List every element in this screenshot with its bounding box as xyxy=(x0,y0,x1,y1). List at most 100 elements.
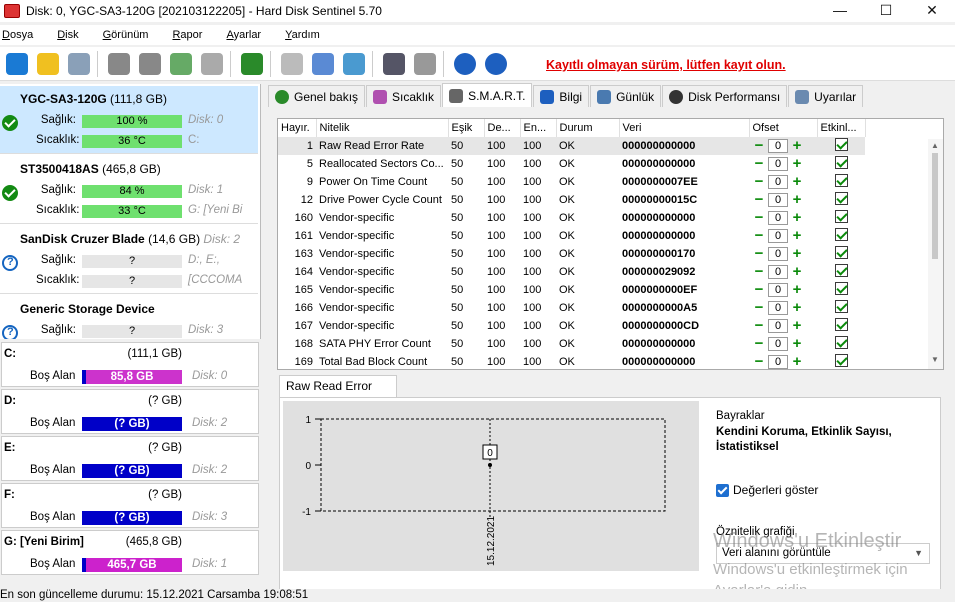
network-button[interactable] xyxy=(340,50,368,78)
menu-disk[interactable]: Disk xyxy=(57,29,78,41)
tab-thermometer[interactable]: Sıcaklık xyxy=(366,85,442,107)
partition-item[interactable]: C: (111,1 GB) Boş Alan 85,8 GB Disk: 0 xyxy=(1,342,259,387)
plus-icon[interactable]: + xyxy=(790,210,804,225)
plus-icon[interactable]: + xyxy=(790,174,804,189)
column-header[interactable]: Durum xyxy=(556,119,620,137)
enabled-checkbox[interactable] xyxy=(834,228,848,241)
enabled-checkbox[interactable] xyxy=(834,246,848,259)
menu-rapor[interactable]: Rapor xyxy=(172,29,202,41)
table-row[interactable]: 160 Vendor-specific 50 100 100 OK 000000000000… xyxy=(278,209,865,227)
minus-icon[interactable]: − xyxy=(752,264,766,279)
offset-stepper[interactable]: −0 + xyxy=(752,282,804,297)
hdd-tool-button[interactable] xyxy=(105,50,133,78)
graph-tab[interactable]: Raw Read Error Rate xyxy=(279,375,397,413)
menu-görünüm[interactable]: Görünüm xyxy=(103,29,149,41)
plus-icon[interactable]: + xyxy=(790,336,804,351)
offset-stepper[interactable]: −0 + xyxy=(752,264,804,279)
table-row[interactable]: 163 Vendor-specific 50 100 100 OK 000000000170… xyxy=(278,245,865,263)
plus-icon[interactable]: + xyxy=(790,192,804,207)
minus-icon[interactable]: − xyxy=(752,300,766,315)
menu-yardım[interactable]: Yardım xyxy=(285,29,320,41)
partition-item[interactable]: G: [Yeni Birim] (465,8 GB) Boş Alan 465,7 G… xyxy=(1,530,259,575)
offset-value[interactable]: 0 xyxy=(768,157,788,171)
disk-wrench-button[interactable] xyxy=(198,50,226,78)
scroll-thumb[interactable] xyxy=(932,153,938,259)
enabled-checkbox[interactable] xyxy=(834,282,848,295)
table-row[interactable]: 166 Vendor-specific 50 100 100 OK 0000000000A5… xyxy=(278,299,865,317)
minus-icon[interactable]: − xyxy=(752,210,766,225)
column-header[interactable]: Hayır. xyxy=(278,119,317,137)
offset-stepper[interactable]: −0 + xyxy=(752,246,804,261)
tab-log[interactable]: Günlük xyxy=(590,85,662,107)
register-link[interactable]: Kayıtlı olmayan sürüm, lütfen kayıt olun… xyxy=(546,58,786,72)
minus-icon[interactable]: − xyxy=(752,138,766,153)
menu-ayarlar[interactable]: Ayarlar xyxy=(226,29,261,41)
offset-stepper[interactable]: −0 + xyxy=(752,210,804,225)
monitor-button[interactable] xyxy=(380,50,408,78)
scroll-up-icon[interactable]: ▲ xyxy=(931,141,939,150)
plus-icon[interactable]: + xyxy=(790,138,804,153)
disk-item[interactable]: SanDisk Cruzer Blade (14,6 GB) Disk: 2 Sa… xyxy=(0,226,258,294)
minus-icon[interactable]: − xyxy=(752,354,766,369)
offset-stepper[interactable]: −0 + xyxy=(752,138,804,153)
info-button[interactable] xyxy=(482,50,510,78)
minus-icon[interactable]: − xyxy=(752,228,766,243)
column-header[interactable]: Ofset xyxy=(749,119,818,137)
minus-icon[interactable]: − xyxy=(752,192,766,207)
minus-icon[interactable]: − xyxy=(752,282,766,297)
column-header[interactable]: En... xyxy=(520,119,557,137)
offset-stepper[interactable]: −0 + xyxy=(752,300,804,315)
table-row[interactable]: 168 SATA PHY Error Count 50 100 100 OK 0000000… xyxy=(278,335,865,353)
minus-icon[interactable]: − xyxy=(752,174,766,189)
minus-icon[interactable]: − xyxy=(752,336,766,351)
plus-icon[interactable]: + xyxy=(790,228,804,243)
minus-icon[interactable]: − xyxy=(752,156,766,171)
disk-item[interactable]: ST3500418AS (465,8 GB) Sağlık: 84 % Disk: 1… xyxy=(0,156,258,224)
tab-alerts[interactable]: Uyarılar xyxy=(788,85,864,107)
plus-icon[interactable]: + xyxy=(790,318,804,333)
offset-value[interactable]: 0 xyxy=(768,355,788,369)
partition-item[interactable]: D: (? GB) Boş Alan (? GB) Disk: 2 xyxy=(1,389,259,434)
minus-icon[interactable]: − xyxy=(752,318,766,333)
offset-value[interactable]: 0 xyxy=(768,175,788,189)
show-values-checkbox[interactable]: Değerleri göster xyxy=(716,483,818,497)
globe-button[interactable] xyxy=(238,50,266,78)
table-row[interactable]: 164 Vendor-specific 50 100 100 OK 000000029092… xyxy=(278,263,865,281)
partition-item[interactable]: E: (? GB) Boş Alan (? GB) Disk: 2 xyxy=(1,436,259,481)
offset-stepper[interactable]: −0 + xyxy=(752,354,804,369)
table-row[interactable]: 9 Power On Time Count 50 100 100 OK 0000000007… xyxy=(278,173,865,191)
warning-button[interactable] xyxy=(34,50,62,78)
offset-stepper[interactable]: −0 + xyxy=(752,174,804,189)
offset-value[interactable]: 0 xyxy=(768,193,788,207)
tab-performance[interactable]: Disk Performansı xyxy=(662,85,788,107)
scroll-down-icon[interactable]: ▼ xyxy=(931,355,939,364)
attr-graph-select[interactable]: Veri alanını görüntüle ▼ xyxy=(716,543,930,564)
offset-value[interactable]: 0 xyxy=(768,229,788,243)
maximize-button[interactable]: ☐ xyxy=(863,0,909,22)
report-button[interactable] xyxy=(278,50,306,78)
plus-icon[interactable]: + xyxy=(790,264,804,279)
enabled-checkbox[interactable] xyxy=(834,138,848,151)
enabled-checkbox[interactable] xyxy=(834,156,848,169)
checkbox-checked-icon[interactable] xyxy=(716,483,729,497)
minimize-button[interactable]: — xyxy=(817,0,863,22)
column-header[interactable]: Nitelik xyxy=(316,119,449,137)
table-row[interactable]: 165 Vendor-specific 50 100 100 OK 0000000000EF… xyxy=(278,281,865,299)
partition-item[interactable]: F: (? GB) Boş Alan (? GB) Disk: 3 xyxy=(1,483,259,528)
enabled-checkbox[interactable] xyxy=(834,264,848,277)
plus-icon[interactable]: + xyxy=(790,282,804,297)
minus-icon[interactable]: − xyxy=(752,246,766,261)
plus-icon[interactable]: + xyxy=(790,300,804,315)
copy-button[interactable] xyxy=(309,50,337,78)
enabled-checkbox[interactable] xyxy=(834,192,848,205)
disk-button[interactable] xyxy=(65,50,93,78)
enabled-checkbox[interactable] xyxy=(834,210,848,223)
offset-stepper[interactable]: −0 + xyxy=(752,192,804,207)
offset-value[interactable]: 0 xyxy=(768,247,788,261)
offset-value[interactable]: 0 xyxy=(768,319,788,333)
disk-item[interactable]: YGC-SA3-120G (111,8 GB) Sağlık: 100 % Disk:… xyxy=(0,86,258,154)
offset-value[interactable]: 0 xyxy=(768,337,788,351)
plus-icon[interactable]: + xyxy=(790,246,804,261)
smart-scrollbar[interactable]: ▲ ▼ xyxy=(928,139,943,369)
offset-value[interactable]: 0 xyxy=(768,139,788,153)
